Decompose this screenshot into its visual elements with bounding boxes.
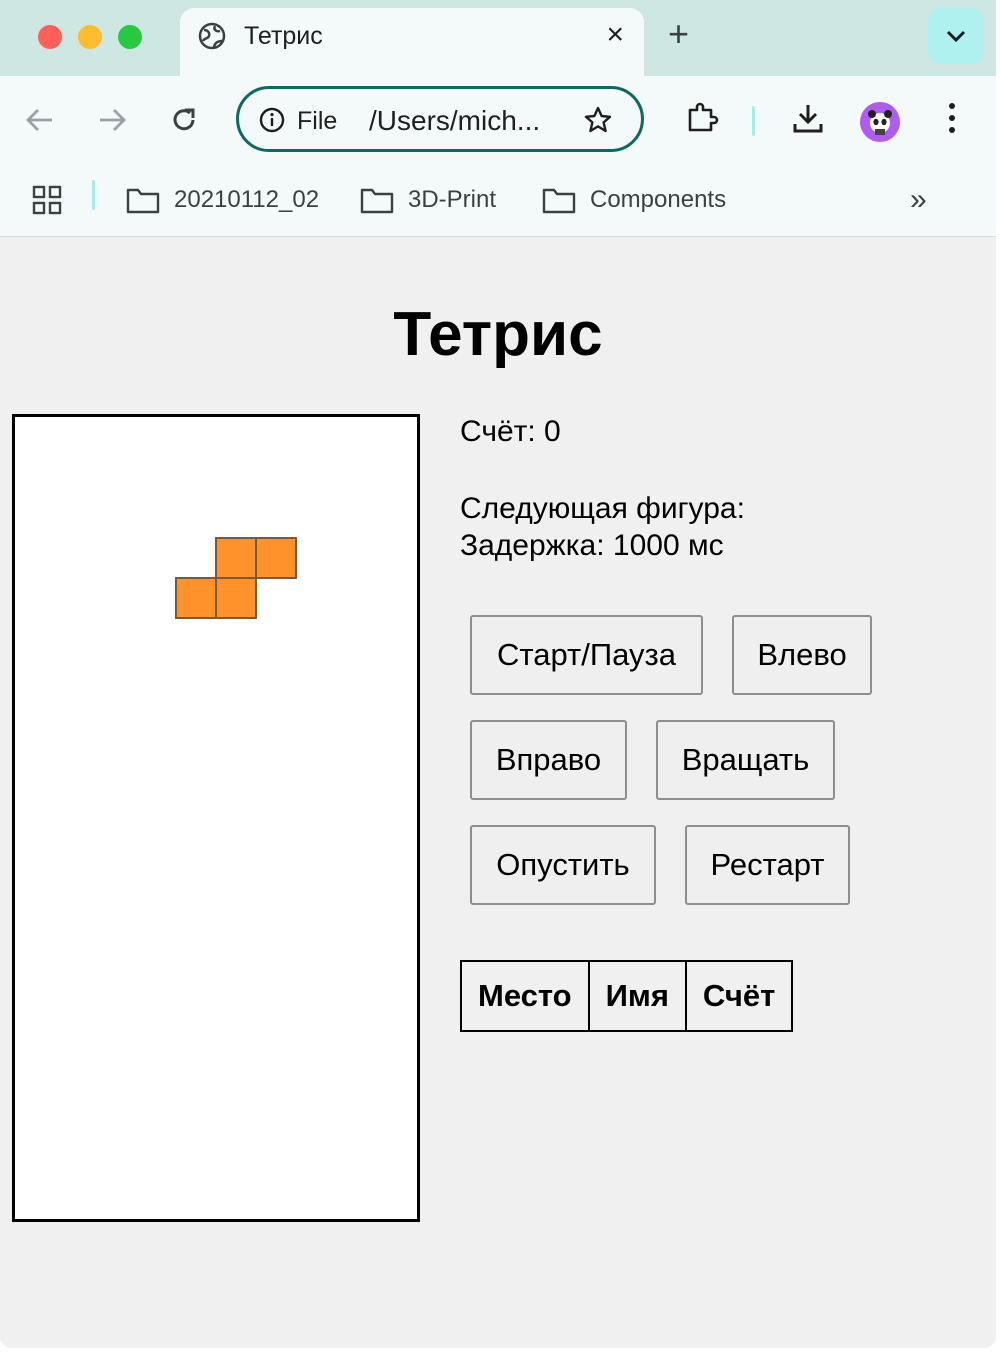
bookmark-label: 20210112_02 [174, 186, 320, 213]
extensions-button[interactable] [682, 98, 722, 138]
arrow-left-icon [26, 109, 52, 131]
tab-title: Тетрис [244, 22, 323, 50]
next-piece-label: Следующая фигура: [460, 492, 745, 525]
profile-avatar[interactable] [860, 102, 900, 142]
bookmark-label: 3D-Print [408, 186, 497, 213]
leaderboard-header-row: Место Имя Счёт [460, 960, 794, 1032]
leaderboard-table: Место Имя Счёт [460, 960, 794, 1032]
column-header-rank: Место [460, 960, 590, 1032]
tab-search-button[interactable] [928, 8, 984, 64]
rotate-button[interactable]: Вращать [656, 720, 835, 800]
downloads-button[interactable] [788, 98, 828, 138]
url-text[interactable]: /Users/mich... [369, 105, 540, 137]
close-tab-icon[interactable]: × [606, 20, 624, 50]
piece-cell [175, 577, 217, 619]
forward-button[interactable] [90, 98, 134, 142]
game-board [12, 414, 420, 1222]
restart-button[interactable]: Рестарт [685, 825, 850, 905]
bookmark-star-icon[interactable] [583, 105, 613, 135]
double-chevron-right-icon: » [910, 183, 927, 216]
url-scheme-label: File [297, 107, 338, 135]
page-content: Тетрис Счёт: 0 Следующая фигура: Задержк… [0, 237, 996, 1348]
chevron-down-icon [946, 30, 966, 43]
panda-icon [868, 110, 892, 135]
browser-toolbar: File /Users/mich... [0, 76, 996, 166]
close-window-button[interactable] [38, 25, 62, 49]
new-tab-button[interactable]: + [668, 16, 689, 52]
toolbar-separator [752, 106, 755, 136]
bookmarks-bar: 20210112_02 3D-Print Components » [0, 166, 996, 237]
folder-icon [126, 188, 160, 214]
bookmark-folder-item[interactable]: Components [542, 180, 726, 220]
more-vertical-icon [949, 103, 955, 133]
start-pause-button[interactable]: Старт/Пауза [470, 615, 703, 695]
column-header-name: Имя [587, 960, 687, 1032]
browser-window: Тетрис × + File /Users/mich... 20210112_… [0, 0, 996, 1348]
reload-icon [173, 108, 195, 131]
delay-display: Задержка: 1000 мс [460, 529, 724, 562]
address-bar[interactable]: File /Users/mich... [236, 86, 644, 152]
piece-cell [255, 537, 297, 579]
bookmark-folder-item[interactable]: 20210112_02 [126, 180, 319, 220]
apps-button[interactable] [32, 180, 62, 220]
download-icon [793, 105, 823, 133]
bookmark-folder-item[interactable]: 3D-Print [360, 180, 496, 220]
browser-menu-button[interactable] [932, 98, 972, 138]
puzzle-icon [688, 102, 719, 132]
piece-cell [215, 537, 257, 579]
move-left-button[interactable]: Влево [732, 615, 872, 695]
bookmark-label: Components [590, 186, 727, 213]
active-tab[interactable]: Тетрис × [180, 8, 644, 76]
score-display: Счёт: 0 [460, 415, 561, 448]
folder-icon [360, 188, 394, 214]
bookmarks-separator [92, 180, 95, 210]
minimize-window-button[interactable] [78, 25, 102, 49]
move-right-button[interactable]: Вправо [470, 720, 627, 800]
folder-icon [542, 188, 576, 214]
apps-grid-icon [32, 185, 62, 215]
tab-strip: Тетрис × + [0, 0, 996, 76]
more-bookmarks-button[interactable]: » [910, 180, 927, 220]
piece-cell [215, 577, 257, 619]
arrow-right-icon [100, 109, 126, 131]
maximize-window-button[interactable] [118, 25, 142, 49]
column-header-score: Счёт [684, 960, 794, 1032]
back-button[interactable] [18, 98, 62, 142]
page-title: Тетрис [393, 300, 603, 369]
globe-icon [198, 22, 226, 50]
reload-button[interactable] [162, 98, 206, 142]
info-icon[interactable] [259, 107, 285, 133]
drop-button[interactable]: Опустить [470, 825, 656, 905]
